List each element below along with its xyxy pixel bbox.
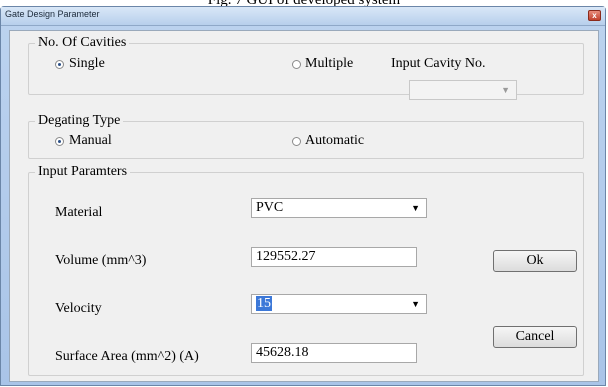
params-group: Input Paramters Material PVC ▼ Volume (m… [28, 164, 584, 376]
degating-legend: Degating Type [35, 113, 124, 129]
velocity-label: Velocity [55, 301, 102, 316]
cavities-legend: No. Of Cavities [35, 35, 130, 51]
manual-radio[interactable] [55, 137, 64, 146]
chevron-down-icon: ▼ [501, 85, 510, 95]
ok-button[interactable]: Ok [493, 250, 577, 272]
velocity-value-wrap: 15 [256, 296, 272, 312]
automatic-label: Automatic [305, 133, 365, 148]
chevron-down-icon: ▼ [411, 203, 420, 213]
automatic-radio[interactable] [292, 137, 301, 146]
close-button[interactable]: x [588, 10, 601, 21]
title-bar: Gate Design Parameter x [1, 7, 605, 26]
single-label: Single [69, 56, 105, 71]
volume-input[interactable]: 129552.27 [251, 247, 417, 267]
cancel-button[interactable]: Cancel [493, 326, 577, 348]
material-label: Material [55, 205, 103, 220]
input-cavity-label: Input Cavity No. [391, 56, 486, 71]
material-select[interactable]: PVC ▼ [251, 198, 427, 218]
cavities-group: No. Of Cavities Single Multiple Input Ca… [28, 35, 584, 100]
single-radio[interactable] [55, 60, 64, 69]
surface-area-label: Surface Area (mm^2) (A) [55, 349, 199, 364]
volume-label: Volume (mm^3) [55, 253, 147, 268]
manual-label: Manual [69, 133, 112, 148]
degating-group: Degating Type Manual Automatic [28, 113, 584, 159]
close-icon: x [592, 11, 597, 20]
dialog-window: Gate Design Parameter x No. Of Cavities … [0, 6, 606, 386]
dialog-client-area: No. Of Cavities Single Multiple Input Ca… [9, 30, 599, 382]
window-title: Gate Design Parameter [5, 9, 100, 19]
material-value: PVC [256, 200, 284, 215]
multiple-label: Multiple [305, 56, 354, 71]
velocity-select[interactable]: 15 ▼ [251, 294, 427, 314]
surface-area-input[interactable]: 45628.18 [251, 343, 417, 363]
chevron-down-icon: ▼ [411, 299, 420, 309]
multiple-radio[interactable] [292, 60, 301, 69]
velocity-value: 15 [256, 296, 272, 311]
input-cavity-select[interactable]: ▼ [409, 80, 517, 100]
params-legend: Input Paramters [35, 164, 131, 180]
